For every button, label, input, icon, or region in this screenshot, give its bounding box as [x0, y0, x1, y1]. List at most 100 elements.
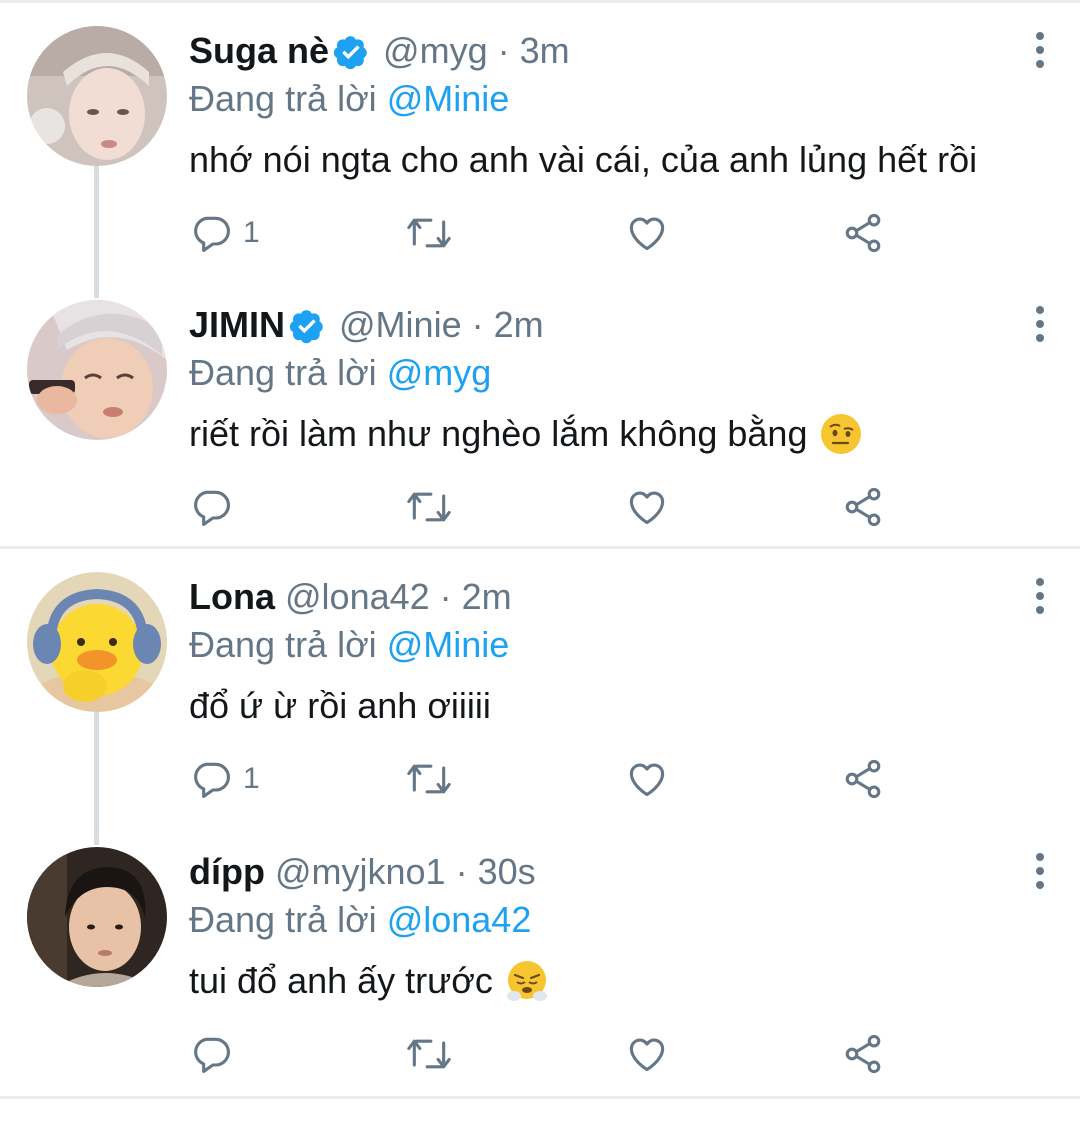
reply-icon: [194, 216, 230, 252]
reply-button[interactable]: [189, 1031, 243, 1077]
retweet-icon: [407, 1039, 451, 1069]
mention-link[interactable]: @myg: [387, 352, 492, 393]
tweet-actions: 1: [189, 210, 909, 256]
tweet-actions: [189, 1031, 909, 1077]
tweet-text: riết rồi làm như nghèo lắm không bằng: [189, 408, 1009, 460]
retweet-button[interactable]: [405, 210, 453, 256]
timestamp[interactable]: 30s: [478, 847, 536, 897]
handle[interactable]: @Minie: [339, 300, 462, 350]
tweet-actions: 1: [189, 756, 909, 802]
replying-to-label: Đang trả lời: [189, 899, 377, 940]
share-button[interactable]: [841, 1031, 885, 1077]
separator-dot: ·: [497, 30, 510, 71]
replying-to-label: Đang trả lời: [189, 78, 377, 119]
display-name[interactable]: Suga nè: [189, 26, 329, 76]
tweet[interactable]: Suga nè @myg · 3m Đang trả lời @Minie nh…: [0, 0, 1080, 270]
share-icon: [845, 213, 881, 253]
tweet-text-body: đổ ứ ừ rồi anh ơiiiii: [189, 685, 491, 726]
tweet-header: dípp @myjkno1 · 30s: [189, 847, 1009, 897]
duck-avatar-icon: [27, 572, 167, 712]
retweet-icon: [407, 764, 451, 794]
separator-dot: ·: [455, 851, 468, 892]
timestamp[interactable]: 2m: [462, 572, 512, 622]
more-options-icon[interactable]: [1030, 851, 1050, 891]
reply-icon: [194, 1037, 230, 1073]
reply-count: 1: [243, 762, 260, 795]
separator-dot: ·: [439, 576, 452, 617]
verified-badge-icon: [333, 33, 369, 70]
more-options-icon[interactable]: [1030, 576, 1050, 616]
avatar[interactable]: [27, 26, 167, 166]
display-name[interactable]: dípp: [189, 847, 265, 897]
share-button[interactable]: [841, 484, 885, 530]
tweet-text-body: nhớ nói ngta cho anh vài cái, của anh lủ…: [189, 139, 978, 180]
display-name[interactable]: Lona: [189, 572, 275, 622]
heart-icon: [629, 763, 665, 797]
reply-icon: [194, 762, 230, 798]
heart-icon: [629, 491, 665, 525]
display-name[interactable]: JIMIN: [189, 300, 285, 350]
verified-badge-icon: [289, 307, 325, 344]
more-options-icon[interactable]: [1030, 304, 1050, 344]
share-button[interactable]: [841, 756, 885, 802]
retweet-icon: [407, 218, 451, 248]
share-icon: [845, 487, 881, 527]
tweet-text: nhớ nói ngta cho anh vài cái, của anh lủ…: [189, 134, 1009, 186]
tweet-text: tui đổ anh ấy trước: [189, 955, 1009, 1007]
tweet-content: Lona @lona42 · 2m Đang trả lời @Minie đổ…: [189, 572, 1009, 732]
reply-button[interactable]: [189, 484, 243, 530]
share-icon: [845, 1034, 881, 1074]
replying-to: Đang trả lời @Minie: [189, 76, 1009, 122]
tweet[interactable]: dípp @myjkno1 · 30s Đang trả lời @lona42…: [0, 821, 1080, 1091]
tweet-header: Suga nè @myg · 3m: [189, 26, 1009, 76]
face-with-steam-emoji-icon: [505, 959, 549, 1003]
replying-to-label: Đang trả lời: [189, 352, 377, 393]
mention-link[interactable]: @Minie: [387, 78, 510, 119]
share-button[interactable]: [841, 210, 885, 256]
tweet[interactable]: Lona @lona42 · 2m Đang trả lời @Minie đổ…: [0, 546, 1080, 816]
replying-to: Đang trả lời @lona42: [189, 897, 1009, 943]
like-button[interactable]: [625, 1031, 669, 1077]
retweet-button[interactable]: [405, 484, 453, 530]
thread-divider: [0, 1096, 1080, 1099]
mention-link[interactable]: @Minie: [387, 624, 510, 665]
avatar[interactable]: [27, 847, 167, 987]
retweet-button[interactable]: [405, 1031, 453, 1077]
more-options-icon[interactable]: [1030, 30, 1050, 70]
like-button[interactable]: [625, 484, 669, 530]
tweet-header: JIMIN @Minie · 2m: [189, 300, 1009, 350]
retweet-icon: [407, 492, 451, 522]
separator-dot: ·: [471, 304, 484, 345]
avatar[interactable]: [27, 300, 167, 440]
avatar-photo-icon: [27, 26, 167, 166]
reply-button[interactable]: 1: [189, 756, 260, 802]
tweet-content: JIMIN @Minie · 2m Đang trả lời @myg riết…: [189, 300, 1009, 460]
avatar-photo-icon: [27, 300, 167, 440]
face-with-raised-eyebrow-emoji-icon: [819, 412, 863, 456]
tweet-text: đổ ứ ừ rồi anh ơiiiii: [189, 680, 1009, 732]
replying-to: Đang trả lời @Minie: [189, 622, 1009, 668]
tweet-header: Lona @lona42 · 2m: [189, 572, 1009, 622]
like-button[interactable]: [625, 210, 669, 256]
replying-to: Đang trả lời @myg: [189, 350, 1009, 396]
heart-icon: [629, 217, 665, 251]
reply-count: 1: [243, 216, 260, 249]
replying-to-label: Đang trả lời: [189, 624, 377, 665]
avatar[interactable]: [27, 572, 167, 712]
tweet-text-body: riết rồi làm như nghèo lắm không bằng: [189, 413, 808, 454]
like-button[interactable]: [625, 756, 669, 802]
handle[interactable]: @myjkno1: [275, 847, 446, 897]
handle[interactable]: @lona42: [285, 572, 430, 622]
reply-icon: [194, 490, 230, 526]
tweet-content: dípp @myjkno1 · 30s Đang trả lời @lona42…: [189, 847, 1009, 1007]
timestamp[interactable]: 2m: [494, 300, 544, 350]
avatar-photo-icon: [27, 847, 167, 987]
retweet-button[interactable]: [405, 756, 453, 802]
tweet-text-body: tui đổ anh ấy trước: [189, 960, 493, 1001]
mention-link[interactable]: @lona42: [387, 899, 532, 940]
share-icon: [845, 759, 881, 799]
tweet[interactable]: JIMIN @Minie · 2m Đang trả lời @myg riết…: [0, 274, 1080, 544]
reply-button[interactable]: 1: [189, 210, 260, 256]
handle[interactable]: @myg: [383, 26, 488, 76]
timestamp[interactable]: 3m: [520, 26, 570, 76]
